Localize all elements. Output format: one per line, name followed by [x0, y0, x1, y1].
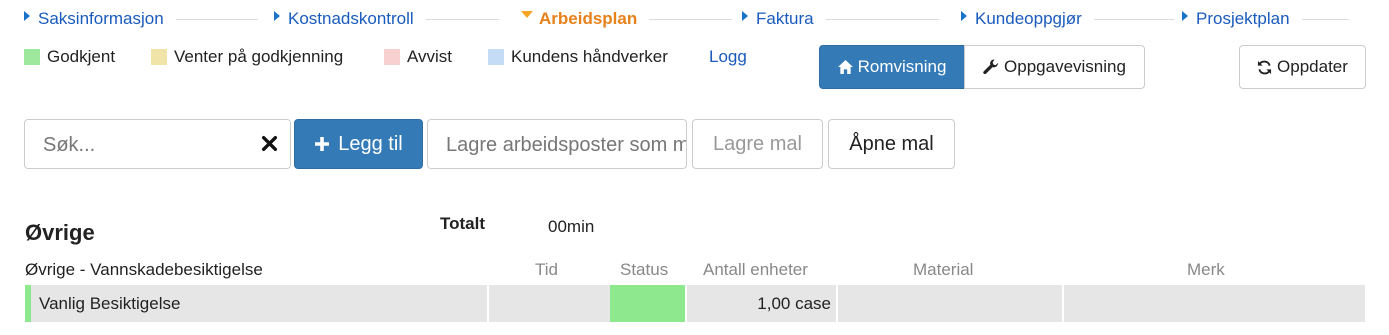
- save-template-input[interactable]: [428, 120, 688, 170]
- search-field: [24, 119, 291, 170]
- room-view-label: Romvisning: [857, 57, 947, 76]
- column-header-tid: Tid: [535, 260, 558, 279]
- step-divider: [649, 18, 733, 20]
- step-label: Kostnadskontroll: [288, 9, 414, 28]
- subsection-title: Øvrige - Vannskadebesiktigelse: [25, 260, 263, 279]
- column-header-material: Material: [913, 260, 974, 279]
- step-label: Arbeidsplan: [539, 9, 638, 28]
- step-divider: [1093, 18, 1174, 20]
- column-header-status: Status: [620, 260, 669, 279]
- save-template-label: Lagre mal: [713, 132, 802, 155]
- row-name: Vanlig Besiktigelse: [39, 293, 181, 313]
- legend-swatch: [151, 49, 167, 65]
- step-label: Prosjektplan: [1196, 9, 1290, 28]
- wrench-icon: [983, 59, 998, 75]
- caret-right-icon: [1182, 11, 1188, 21]
- legend-item-venter: Venter på godkjenning: [151, 47, 343, 67]
- add-button[interactable]: Legg til: [294, 119, 423, 169]
- add-label: Legg til: [338, 132, 403, 155]
- column-header-merk: Merk: [1187, 260, 1225, 279]
- refresh-label: Oppdater: [1277, 57, 1348, 76]
- section-title: Øvrige: [25, 220, 95, 245]
- plus-icon: [315, 137, 330, 151]
- caret-right-icon: [24, 11, 30, 21]
- legend-swatch: [488, 49, 504, 65]
- task-view-label: Oppgavevisning: [1004, 57, 1126, 76]
- step-label: Saksinformasjon: [38, 9, 164, 28]
- close-icon[interactable]: [261, 135, 278, 152]
- step-faktura[interactable]: Faktura: [742, 8, 939, 30]
- legend-item-godkjent: Godkjent: [24, 47, 115, 67]
- row-status-indicator: [25, 285, 31, 322]
- step-arbeidsplan[interactable]: Arbeidsplan: [521, 8, 733, 30]
- legend-item-kundens-handverker: Kundens håndverker: [488, 47, 668, 67]
- legend-item-avvist: Avvist: [384, 47, 452, 67]
- save-template-button[interactable]: Lagre mal: [692, 119, 823, 169]
- search-input[interactable]: [25, 120, 270, 170]
- caret-down-icon: [521, 10, 533, 18]
- legend-label: Avvist: [407, 47, 453, 66]
- total-label: Totalt: [440, 214, 486, 233]
- total-value: 00min: [548, 217, 595, 236]
- row-antall-enheter[interactable]: 1,00 case: [687, 285, 831, 322]
- step-divider: [425, 18, 499, 20]
- legend-swatch: [384, 49, 400, 65]
- refresh-icon: [1257, 60, 1272, 74]
- caret-right-icon: [961, 11, 967, 21]
- step-divider: [1301, 18, 1349, 20]
- row-material[interactable]: [838, 285, 1062, 322]
- home-icon: [837, 60, 853, 74]
- open-template-label: Åpne mal: [849, 132, 934, 155]
- step-label: Kundeoppgjør: [975, 9, 1082, 28]
- step-label: Faktura: [756, 9, 814, 28]
- refresh-button[interactable]: Oppdater: [1239, 45, 1366, 89]
- room-view-button[interactable]: Romvisning: [819, 45, 965, 89]
- step-kostnadskontroll[interactable]: Kostnadskontroll: [274, 8, 499, 30]
- open-template-button[interactable]: Åpne mal: [828, 119, 955, 169]
- legend-label: Venter på godkjenning: [174, 47, 344, 66]
- step-divider: [825, 18, 939, 20]
- row-tid[interactable]: [489, 285, 610, 322]
- task-view-button[interactable]: Oppgavevisning: [964, 45, 1145, 89]
- column-header-antall-enheter: Antall enheter: [703, 260, 808, 279]
- step-navigation: Saksinformasjon Kostnadskontroll Arbeids…: [0, 0, 1389, 40]
- legend-swatch: [24, 49, 40, 65]
- save-template-field: [427, 119, 688, 170]
- row-merk[interactable]: [1064, 285, 1365, 322]
- table-row[interactable]: Vanlig Besiktigelse 1,00 case: [25, 285, 1365, 322]
- step-kundeoppgjor[interactable]: Kundeoppgjør: [961, 8, 1174, 30]
- step-prosjektplan[interactable]: Prosjektplan: [1182, 8, 1349, 30]
- caret-right-icon: [274, 11, 280, 21]
- caret-right-icon: [742, 11, 748, 21]
- log-link[interactable]: Logg: [709, 47, 747, 67]
- legend-label: Kundens håndverker: [511, 47, 668, 66]
- step-divider: [175, 18, 258, 20]
- legend-label: Godkjent: [47, 47, 116, 66]
- row-status[interactable]: [610, 285, 685, 322]
- step-saksinformasjon[interactable]: Saksinformasjon: [24, 8, 258, 30]
